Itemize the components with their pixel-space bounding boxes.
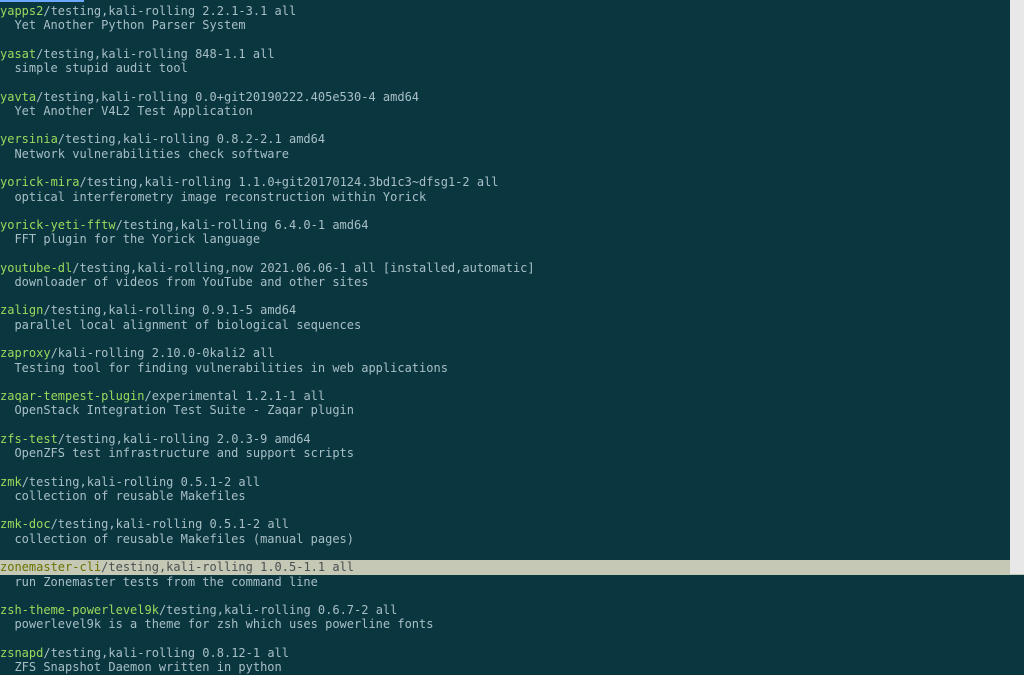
package-description: parallel local alignment of biological s…: [0, 318, 1024, 332]
package-meta: /testing,kali-rolling 848-1.1 all: [36, 47, 274, 61]
package-description: Yet Another Python Parser System: [0, 18, 1024, 32]
package-name: zalign: [0, 303, 43, 317]
package-header-line: zmk-doc/testing,kali-rolling 0.5.1-2 all: [0, 517, 1024, 531]
package-description: Network vulnerabilities check software: [0, 147, 1024, 161]
scrollbar-track[interactable]: [1010, 0, 1024, 574]
package-meta: /testing,kali-rolling 0.8.2-2.1 amd64: [58, 132, 325, 146]
package-entry: yorick-yeti-fftw/testing,kali-rolling 6.…: [0, 218, 1024, 247]
package-description: collection of reusable Makefiles (manual…: [0, 532, 1024, 546]
package-meta: /testing,kali-rolling 0.0+git20190222.40…: [36, 90, 419, 104]
package-entry: zsh-theme-powerlevel9k/testing,kali-roll…: [0, 603, 1024, 632]
package-header-line: yapps2/testing,kali-rolling 2.2.1-3.1 al…: [0, 4, 1024, 18]
package-header-line: zsnapd/testing,kali-rolling 0.8.12-1 all: [0, 646, 1024, 660]
package-entry: zsnapd/testing,kali-rolling 0.8.12-1 all…: [0, 646, 1024, 675]
package-entry: zaqar-tempest-plugin/experimental 1.2.1-…: [0, 389, 1024, 418]
package-description: Yet Another V4L2 Test Application: [0, 104, 1024, 118]
package-name: yasat: [0, 47, 36, 61]
package-name: yorick-mira: [0, 175, 79, 189]
package-description: OpenStack Integration Test Suite - Zaqar…: [0, 403, 1024, 417]
package-header-line: yavta/testing,kali-rolling 0.0+git201902…: [0, 90, 1024, 104]
package-header-line: zaqar-tempest-plugin/experimental 1.2.1-…: [0, 389, 1024, 403]
package-header-line: yorick-yeti-fftw/testing,kali-rolling 6.…: [0, 218, 1024, 232]
package-name: zonemaster-cli: [0, 560, 101, 574]
package-header-line: zonemaster-cli/testing,kali-rolling 1.0.…: [0, 560, 1024, 574]
package-entry: yorick-mira/testing,kali-rolling 1.1.0+g…: [0, 175, 1024, 204]
package-meta: /kali-rolling 2.10.0-0kali2 all: [51, 346, 275, 360]
package-entry: yapps2/testing,kali-rolling 2.2.1-3.1 al…: [0, 4, 1024, 33]
package-header-line: zfs-test/testing,kali-rolling 2.0.3-9 am…: [0, 432, 1024, 446]
package-header-line: zalign/testing,kali-rolling 0.9.1-5 amd6…: [0, 303, 1024, 317]
package-name: zsh-theme-powerlevel9k: [0, 603, 159, 617]
package-meta: /testing,kali-rolling 2.2.1-3.1 all: [43, 4, 296, 18]
package-entry: zalign/testing,kali-rolling 0.9.1-5 amd6…: [0, 303, 1024, 332]
package-description: downloader of videos from YouTube and ot…: [0, 275, 1024, 289]
package-entry: yasat/testing,kali-rolling 848-1.1 allsi…: [0, 47, 1024, 76]
package-description: collection of reusable Makefiles: [0, 489, 1024, 503]
package-meta: /testing,kali-rolling 0.5.1-2 all: [51, 517, 289, 531]
package-name: youtube-dl: [0, 261, 72, 275]
pager-progress-bar: [0, 0, 84, 2]
package-name: yersinia: [0, 132, 58, 146]
package-entry: zaproxy/kali-rolling 2.10.0-0kali2 allTe…: [0, 346, 1024, 375]
package-meta: /testing,kali-rolling 0.6.7-2 all: [159, 603, 397, 617]
package-entry: youtube-dl/testing,kali-rolling,now 2021…: [0, 261, 1024, 290]
package-meta: /testing,kali-rolling 1.0.5-1.1 all: [101, 560, 354, 574]
package-meta: /experimental 1.2.1-1 all: [145, 389, 326, 403]
package-name: zsnapd: [0, 646, 43, 660]
package-description: powerlevel9k is a theme for zsh which us…: [0, 617, 1024, 631]
package-header-line: zsh-theme-powerlevel9k/testing,kali-roll…: [0, 603, 1024, 617]
package-name: zaqar-tempest-plugin: [0, 389, 145, 403]
package-entry: yersinia/testing,kali-rolling 0.8.2-2.1 …: [0, 132, 1024, 161]
package-name: yorick-yeti-fftw: [0, 218, 116, 232]
package-entry: zmk/testing,kali-rolling 0.5.1-2 allcoll…: [0, 475, 1024, 504]
package-description: Testing tool for finding vulnerabilities…: [0, 361, 1024, 375]
package-header-line: yasat/testing,kali-rolling 848-1.1 all: [0, 47, 1024, 61]
package-meta: /testing,kali-rolling,now 2021.06.06-1 a…: [72, 261, 534, 275]
package-name: yapps2: [0, 4, 43, 18]
package-header-line: zmk/testing,kali-rolling 0.5.1-2 all: [0, 475, 1024, 489]
package-header-line: yersinia/testing,kali-rolling 0.8.2-2.1 …: [0, 132, 1024, 146]
package-entry: zonemaster-cli/testing,kali-rolling 1.0.…: [0, 560, 1024, 589]
package-description: simple stupid audit tool: [0, 61, 1024, 75]
package-description: ZFS Snapshot Daemon written in python: [0, 660, 1024, 674]
package-entry: zfs-test/testing,kali-rolling 2.0.3-9 am…: [0, 432, 1024, 461]
package-meta: /testing,kali-rolling 0.8.12-1 all: [43, 646, 289, 660]
package-name: yavta: [0, 90, 36, 104]
package-name: zmk-doc: [0, 517, 51, 531]
package-meta: /testing,kali-rolling 0.5.1-2 all: [22, 475, 260, 489]
package-meta: /testing,kali-rolling 0.9.1-5 amd64: [43, 303, 296, 317]
package-meta: /testing,kali-rolling 6.4.0-1 amd64: [116, 218, 369, 232]
package-description: run Zonemaster tests from the command li…: [0, 575, 1024, 589]
package-description: FFT plugin for the Yorick language: [0, 232, 1024, 246]
package-header-line: youtube-dl/testing,kali-rolling,now 2021…: [0, 261, 1024, 275]
package-name: zfs-test: [0, 432, 58, 446]
package-meta: /testing,kali-rolling 2.0.3-9 amd64: [58, 432, 311, 446]
package-description: OpenZFS test infrastructure and support …: [0, 446, 1024, 460]
package-header-line: zaproxy/kali-rolling 2.10.0-0kali2 all: [0, 346, 1024, 360]
package-meta: /testing,kali-rolling 1.1.0+git20170124.…: [79, 175, 498, 189]
package-description: optical interferometry image reconstruct…: [0, 190, 1024, 204]
package-name: zmk: [0, 475, 22, 489]
package-header-line: yorick-mira/testing,kali-rolling 1.1.0+g…: [0, 175, 1024, 189]
package-entry: zmk-doc/testing,kali-rolling 0.5.1-2 all…: [0, 517, 1024, 546]
package-name: zaproxy: [0, 346, 51, 360]
package-entry: yavta/testing,kali-rolling 0.0+git201902…: [0, 90, 1024, 119]
